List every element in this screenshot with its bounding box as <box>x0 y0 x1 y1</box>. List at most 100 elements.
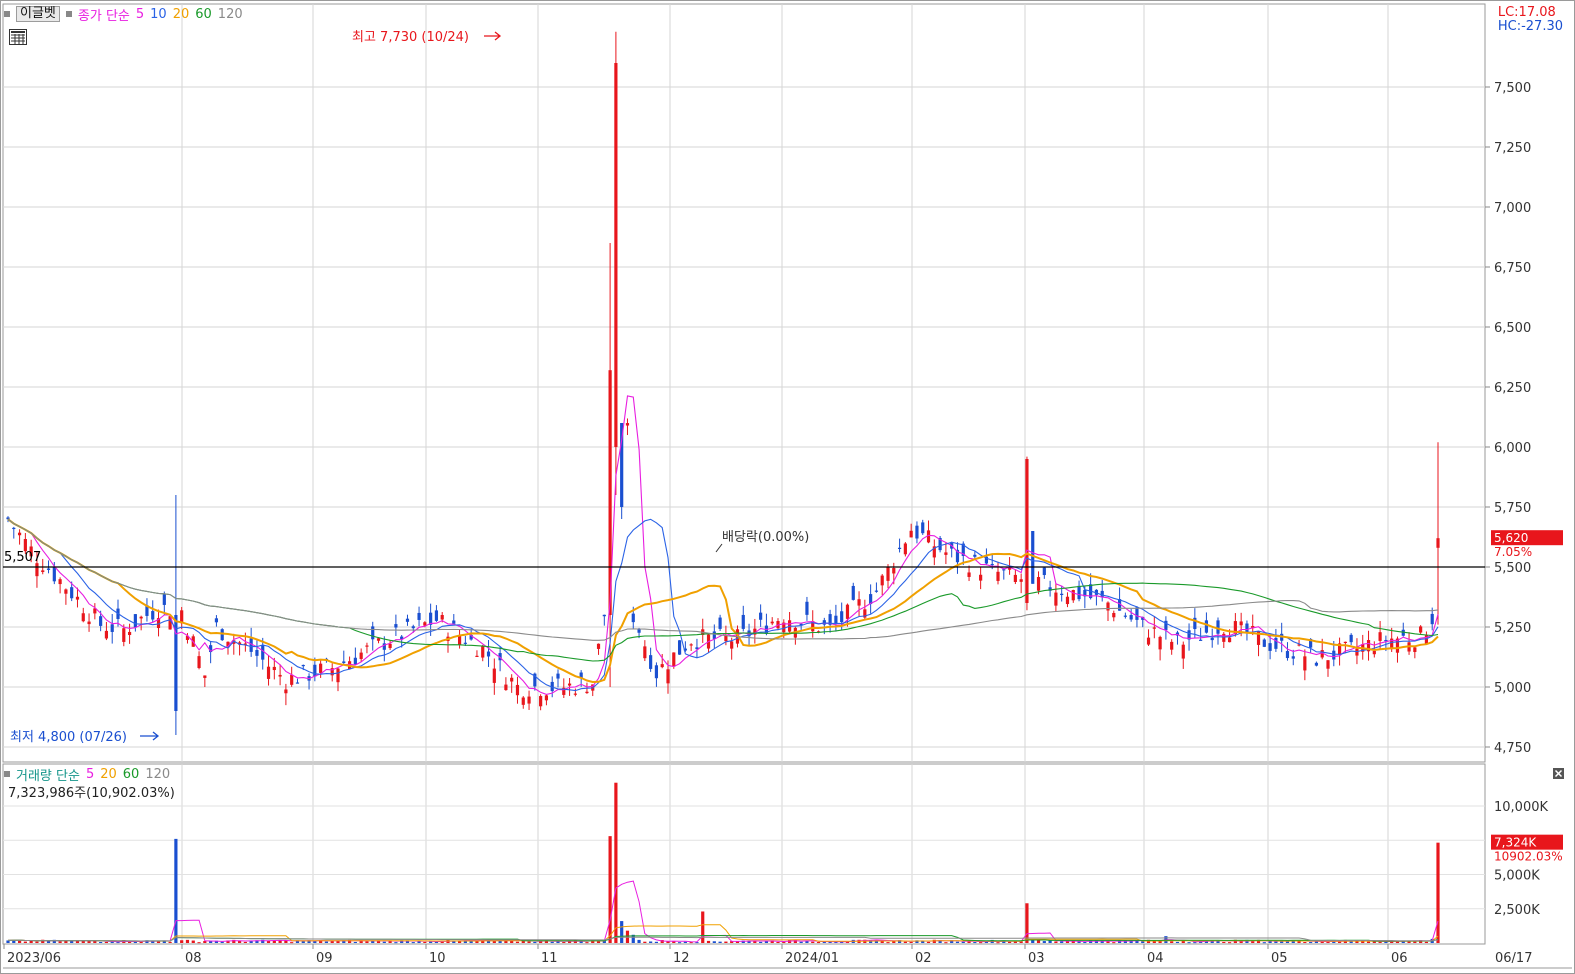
volume-bar <box>133 941 137 943</box>
candle-body <box>1036 577 1041 591</box>
candle-body <box>64 589 68 594</box>
candle-body <box>249 638 253 652</box>
price-legend: 이글벳 종가 단순 5 10 20 60 120 <box>4 5 243 24</box>
candle-body <box>1372 650 1376 655</box>
volume-bar <box>180 940 184 943</box>
candle-body <box>1146 637 1151 645</box>
stock-chart[interactable]: 2023/06 08 09 10 11 12 2024/01 02 03 04 05 06 06/17 7… <box>0 0 1575 974</box>
candle-body <box>672 652 676 667</box>
candle-body <box>342 661 346 663</box>
volume-bar <box>290 942 294 944</box>
volume-bar <box>649 941 653 943</box>
candle-body <box>567 683 572 686</box>
candle-body <box>75 596 80 600</box>
volume-bar <box>174 838 178 943</box>
volume-bar <box>1007 941 1012 943</box>
candle-body <box>1274 637 1278 649</box>
vma60-label[interactable]: 60 <box>123 767 140 782</box>
candle-body <box>1216 620 1220 634</box>
volume-bar <box>1378 941 1382 943</box>
y-tick-label: 6,500 <box>1494 321 1531 336</box>
vma120-label[interactable]: 120 <box>145 767 170 782</box>
candle-body <box>58 579 62 585</box>
volume-bar <box>816 942 821 944</box>
candle-body <box>1222 633 1226 642</box>
y-tick-label: 5,500 <box>1494 561 1531 576</box>
candle-body <box>411 626 415 629</box>
candle-body <box>255 650 259 656</box>
candle-body <box>214 618 219 623</box>
stock-name[interactable]: 이글벳 <box>16 6 60 22</box>
candle-body <box>463 642 467 644</box>
grid-icon[interactable] <box>8 28 28 46</box>
candle-body <box>1065 596 1070 605</box>
volume-bar <box>301 941 305 943</box>
volume-bar <box>330 941 334 943</box>
x-tick-label: 09 <box>316 951 333 966</box>
price-legend-label[interactable]: 종가 단순 <box>78 5 130 24</box>
vma20-label[interactable]: 20 <box>100 767 117 782</box>
ma10-label[interactable]: 10 <box>150 7 167 22</box>
candle-body <box>1199 639 1203 641</box>
volume-bar <box>423 941 427 943</box>
volume-bar <box>127 941 132 943</box>
high-annotation: 최고 7,730 (10/24) <box>352 30 469 45</box>
volume-bar <box>1083 942 1087 944</box>
candle-body <box>979 574 983 581</box>
close-icon[interactable] <box>1552 767 1564 779</box>
candle-body <box>359 652 363 659</box>
y-tick-label: 10,000K <box>1494 800 1548 815</box>
volume-bar <box>979 942 983 944</box>
candle-body <box>41 570 45 572</box>
candle-body <box>990 563 994 566</box>
volume-bar <box>718 941 722 943</box>
candle-body <box>840 611 844 623</box>
volume-bar <box>411 942 415 944</box>
ma120-label[interactable]: 120 <box>218 7 243 22</box>
volume-bar <box>1170 941 1174 943</box>
volume-bar <box>1187 942 1191 944</box>
ma20-label[interactable]: 20 <box>173 7 190 22</box>
volume-bar <box>585 942 589 944</box>
x-tick-label: 03 <box>1028 951 1045 966</box>
vma5-label[interactable]: 5 <box>86 767 94 782</box>
candle-body <box>504 684 508 691</box>
candle-body <box>272 666 276 671</box>
candle-body <box>1349 634 1353 643</box>
candle-body <box>336 668 340 683</box>
volume-bar <box>973 942 977 944</box>
volume-bar <box>1239 941 1243 943</box>
candle-body <box>313 664 317 677</box>
candle-body <box>290 674 294 685</box>
candle-body <box>301 664 305 667</box>
volume-bar <box>799 941 803 943</box>
candle-body <box>1378 632 1382 641</box>
volume-bar <box>382 941 386 943</box>
candle-body <box>1291 656 1295 659</box>
price-panel <box>2 3 1486 763</box>
volume-bar <box>701 911 705 943</box>
low-annotation: 최저 4,800 (07/26) <box>10 730 127 745</box>
candle-body <box>1355 648 1359 656</box>
candle-body <box>585 691 589 694</box>
candle-body <box>1210 637 1214 641</box>
ma60-label[interactable]: 60 <box>195 7 212 22</box>
volume-bar <box>926 941 931 943</box>
volume-bar <box>886 942 890 944</box>
candle-body <box>1262 639 1266 647</box>
ma5-label[interactable]: 5 <box>136 7 144 22</box>
volume-legend-label[interactable]: 거래량 단순 <box>16 765 80 784</box>
volume-bar <box>1413 941 1417 943</box>
candle-body <box>1436 538 1440 548</box>
candle-body <box>712 631 716 639</box>
candle-body <box>266 666 271 679</box>
candle-body <box>556 673 560 679</box>
candle-body <box>730 641 734 649</box>
x-tick-label: 08 <box>185 951 202 966</box>
y-tick-label: 5,000K <box>1494 869 1540 884</box>
volume-bar <box>1060 941 1064 943</box>
volume-bar <box>1152 941 1156 943</box>
candle-body <box>909 530 913 538</box>
volume-legend: 거래량 단순 5 20 60 120 <box>4 765 170 784</box>
volume-bar <box>944 942 948 944</box>
